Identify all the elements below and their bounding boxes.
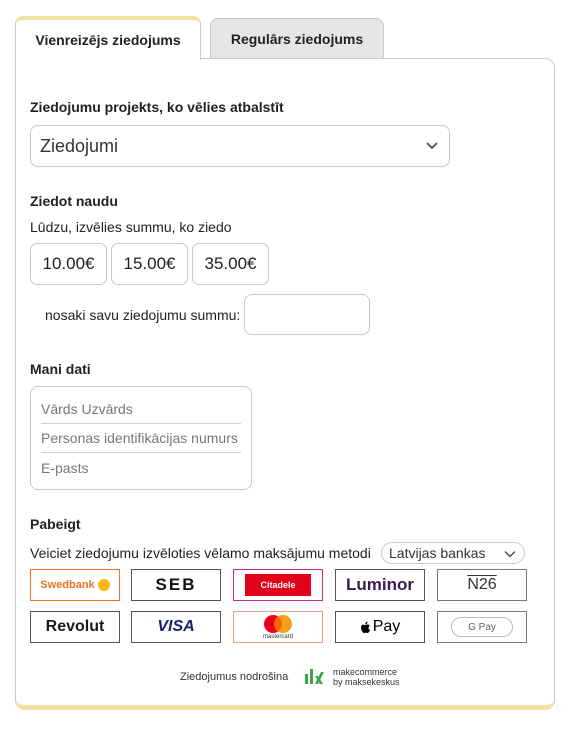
finish-heading: Pabeigt <box>30 516 81 532</box>
tab-recurring-donation[interactable]: Regulārs ziedojums <box>210 18 384 59</box>
custom-amount-label: nosaki savu ziedojumu summu: <box>45 307 241 323</box>
personal-id-field[interactable]: Personas identifikācijas numurs <box>41 424 241 453</box>
name-field[interactable]: Vārds Uzvārds <box>41 395 241 424</box>
tab-one-time-donation[interactable]: Vienreizējs ziedojums <box>15 16 201 60</box>
amount-option-10[interactable]: 10.00€ <box>30 243 107 285</box>
secured-by-text: Ziedojumus nodrošina <box>180 671 289 683</box>
swedbank-button[interactable]: Swedbank <box>30 569 120 601</box>
seb-logo-text: SEB <box>155 575 197 594</box>
n26-logo-text: N26 <box>467 576 497 593</box>
luminor-button[interactable]: Luminor <box>335 569 425 601</box>
custom-amount-input[interactable] <box>244 294 370 335</box>
citadele-button[interactable]: Citadele <box>233 569 323 601</box>
personal-heading: Mani dati <box>30 361 91 377</box>
luminor-logo-text: Luminor <box>346 575 414 594</box>
citadele-logo-text: Citadele <box>260 580 296 590</box>
swedbank-icon <box>97 579 110 591</box>
mastercard-icon <box>264 615 292 633</box>
amount-label: 10.00€ <box>42 254 95 273</box>
project-select-value: Ziedojumi <box>40 135 119 156</box>
swedbank-logo-text: Swedbank <box>40 579 95 591</box>
google-pay-logo: G Pay <box>451 617 513 637</box>
amount-label: 35.00€ <box>204 254 257 273</box>
apple-icon <box>360 621 370 633</box>
email-field[interactable]: E-pasts <box>41 453 241 482</box>
amount-option-35[interactable]: 35.00€ <box>192 243 269 285</box>
makecommerce-logo-icon <box>305 669 324 684</box>
bank-country-select[interactable]: Latvijas bankas <box>381 542 525 564</box>
name-placeholder: Vārds Uzvārds <box>41 401 133 417</box>
revolut-button[interactable]: Revolut <box>30 611 120 643</box>
chevron-down-icon <box>426 142 438 150</box>
google-pay-logo-text: G Pay <box>468 621 496 633</box>
bank-country-value: Latvijas bankas <box>389 545 486 561</box>
n26-button[interactable]: N26 <box>437 569 527 601</box>
apple-pay-logo-text: Pay <box>372 618 401 635</box>
visa-logo-text: VISA <box>157 618 195 635</box>
citadele-logo: Citadele <box>245 574 311 596</box>
amount-option-15[interactable]: 15.00€ <box>111 243 188 285</box>
payment-instruction: Veiciet ziedojumu izvēloties vēlamo maks… <box>30 545 371 561</box>
personal-id-placeholder: Personas identifikācijas numurs <box>41 430 238 446</box>
visa-button[interactable]: VISA <box>131 611 221 643</box>
personal-data-fields: Vārds Uzvārds Personas identifikācijas n… <box>30 386 252 490</box>
mastercard-logo-text: mastercard <box>262 634 293 640</box>
revolut-logo-text: Revolut <box>45 618 105 635</box>
google-pay-button[interactable]: G Pay <box>437 611 527 643</box>
mastercard-button[interactable]: mastercard <box>233 611 323 643</box>
apple-pay-button[interactable]: Pay <box>335 611 425 643</box>
makecommerce-brand: makecommerce <box>333 667 398 677</box>
maksekeskus-brand: by maksekeskus <box>333 677 400 687</box>
seb-button[interactable]: SEB <box>131 569 221 601</box>
project-select[interactable]: Ziedojumi <box>30 125 450 167</box>
email-placeholder: E-pasts <box>41 459 89 476</box>
amount-prompt: Lūdzu, izvēlies summu, ko ziedo <box>30 219 232 235</box>
amount-label: 15.00€ <box>123 254 176 273</box>
amount-heading: Ziedot naudu <box>30 193 118 209</box>
project-heading: Ziedojumu projekts, ko vēlies atbalstīt <box>30 99 284 115</box>
chevron-down-icon <box>504 551 516 558</box>
tab-label: Regulārs ziedojums <box>230 31 364 47</box>
tab-label: Vienreizējs ziedojums <box>35 32 181 48</box>
